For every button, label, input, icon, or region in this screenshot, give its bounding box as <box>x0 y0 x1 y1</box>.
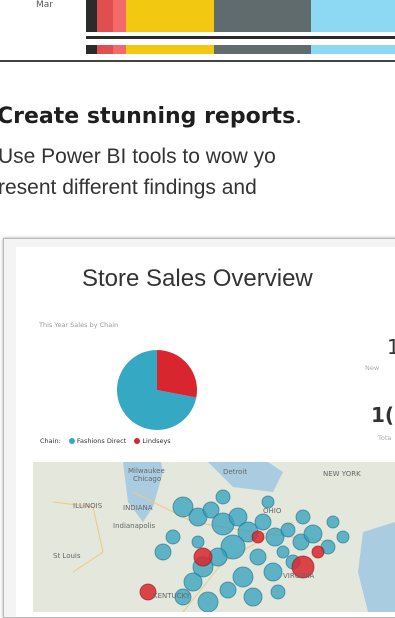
map-label: Chicago <box>133 475 162 483</box>
map-label: OHIO <box>263 507 282 515</box>
map-bubble-fashions-direct <box>183 572 203 592</box>
stacked-bar-mar <box>86 0 395 32</box>
dashboard-preview: Store Sales Overview This Year Sales by … <box>3 238 395 618</box>
map-bubble-fashions-direct <box>303 524 323 544</box>
bar-segment <box>113 0 126 32</box>
body-text-line-2: resent different findings and <box>0 176 257 199</box>
legend-item-lindseys: Lindseys <box>142 437 171 445</box>
bar-segment <box>311 0 395 32</box>
map-bubble-fashions-direct <box>191 535 205 549</box>
bar-segment <box>113 45 126 54</box>
sales-map: Milwaukee Chicago Detroit NEW YORK ILLIN… <box>33 462 395 612</box>
map-bubble-fashions-direct <box>326 515 340 529</box>
bar-segment <box>97 45 113 54</box>
bar-segment <box>86 45 97 54</box>
map-label: Detroit <box>223 468 248 476</box>
kpi-value-2: 1( <box>371 403 395 427</box>
body-text-line-1: Use Power BI tools to wow yo <box>0 145 276 168</box>
dashboard-title: Store Sales Overview <box>82 265 313 292</box>
legend-dot-fashions-direct <box>68 438 75 444</box>
map-bubble-fashions-direct <box>215 489 231 505</box>
bar-segment <box>86 0 97 32</box>
map-bubble-fashions-direct <box>249 548 267 566</box>
pie-legend: Chain: Fashions Direct Lindseys <box>40 437 171 445</box>
map-bubble-fashions-direct <box>295 509 311 525</box>
bar-chart-fragment: Mar <box>0 0 395 64</box>
map-bubble-lindseys <box>193 547 213 567</box>
bar-segment <box>126 0 214 32</box>
headline: Create stunning reports. <box>0 104 302 129</box>
map-label: VIRGINIA <box>283 572 315 580</box>
kpi-label-1: New <box>365 364 380 372</box>
kpi-label-2: Tota <box>378 434 392 442</box>
pie-chart-title: This Year Sales by Chain <box>39 321 119 329</box>
map-bubble-fashions-direct <box>263 562 283 582</box>
map-label: Milwaukee <box>128 467 165 475</box>
map-label: St Louis <box>53 552 81 560</box>
legend-dot-lindseys <box>134 438 141 444</box>
bar-segment <box>311 45 395 54</box>
map-bubble-fashions-direct <box>219 581 237 599</box>
stacked-bar-next <box>86 45 395 54</box>
map-label: KENTUCKY <box>153 592 191 600</box>
map-label: Indianapolis <box>113 522 156 530</box>
map-bubble-fashions-direct <box>232 566 254 588</box>
legend-title: Chain <box>40 437 59 445</box>
sales-bubbles <box>139 489 350 612</box>
map-bubble-fashions-direct <box>276 545 290 559</box>
bar-divider-line <box>86 36 395 39</box>
bar-segment <box>97 0 113 32</box>
row-label-mar: Mar <box>36 0 53 10</box>
map-bubble-fashions-direct <box>197 591 219 612</box>
bar-segment <box>214 0 311 32</box>
pie-chart <box>117 350 197 430</box>
map-bubble-fashions-direct <box>243 587 263 607</box>
map-bubble-fashions-direct <box>154 543 172 561</box>
pie-slice-lindseys <box>157 350 197 398</box>
map-bubble-lindseys <box>311 545 325 559</box>
headline-bold: Create stunning reports <box>0 104 296 129</box>
map-bubble-fashions-direct <box>254 513 272 531</box>
headline-suffix: . <box>295 104 303 129</box>
map-label: INDIANA <box>123 504 153 512</box>
map-bubble-fashions-direct <box>336 530 350 544</box>
map-label: NEW YORK <box>323 470 361 478</box>
map-bubble-fashions-direct <box>165 529 181 545</box>
kpi-value-1: 1 <box>387 335 395 359</box>
bar-segment <box>126 45 214 54</box>
map-bubble-lindseys <box>251 530 265 544</box>
map-bubble-fashions-direct <box>280 522 296 538</box>
map-label: ILLINOIS <box>73 502 103 510</box>
bar-segment <box>214 45 311 54</box>
map-bubble-fashions-direct <box>270 584 286 600</box>
legend-item-fashions-direct: Fashions Direct <box>76 437 127 445</box>
